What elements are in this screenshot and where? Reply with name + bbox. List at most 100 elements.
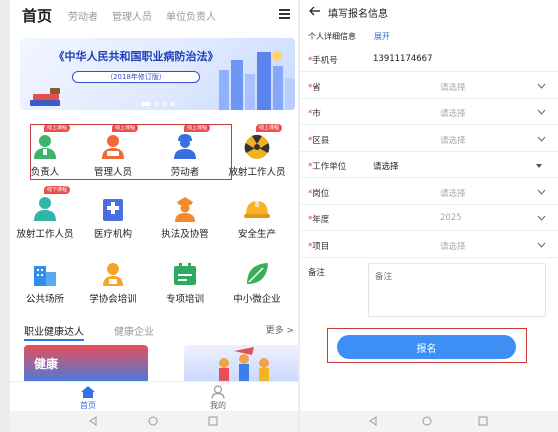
grid-item-special-training[interactable]: 专项培训: [152, 258, 218, 306]
chevron-down-icon[interactable]: [537, 189, 546, 195]
officer-icon: [175, 197, 195, 222]
form-row-project[interactable]: *项目 请选择: [300, 232, 558, 258]
back-arrow-icon[interactable]: [308, 4, 322, 18]
grid-item-enforcement[interactable]: 执法及协管: [152, 193, 218, 241]
back-triangle-icon[interactable]: [88, 416, 98, 426]
field-label: *项目: [308, 240, 329, 252]
field-placeholder: 请选择: [440, 82, 466, 93]
nav-label: 我的: [210, 401, 226, 410]
system-nav-bar: [300, 411, 558, 432]
grid-item-radiation-offline[interactable]: 线下课程 放射工作人员: [12, 186, 78, 241]
grid-item-radiation-online[interactable]: 线上课程 放射工作人员: [224, 124, 290, 179]
field-placeholder: 请选择: [440, 241, 466, 252]
field-label: *岗位: [308, 187, 329, 199]
caret-down-icon[interactable]: [536, 164, 542, 168]
notes-textarea[interactable]: [368, 263, 546, 317]
highlight-box: [30, 124, 232, 180]
notes-label: 备注: [308, 268, 326, 278]
field-label-text: 工作单位: [312, 162, 347, 172]
field-label-text: 年度: [312, 215, 330, 225]
page-title: 填写报名信息: [328, 9, 388, 20]
grid-label: 医疗机构: [93, 229, 132, 240]
form-row-year[interactable]: *年度 2025: [300, 205, 558, 231]
banner-title: 《中华人民共和国职业病防治法》: [53, 50, 219, 63]
tab-unit-leaders[interactable]: 单位负责人: [166, 8, 216, 23]
nav-mine[interactable]: 我的: [198, 385, 238, 411]
submit-button[interactable]: 报名: [337, 335, 516, 359]
field-placeholder: 2025: [440, 213, 462, 223]
recents-square-icon[interactable]: [208, 416, 218, 426]
online-course-badge: 线上课程: [256, 124, 283, 132]
leaf-icon: [247, 263, 268, 284]
people-illustration-icon: [219, 347, 269, 385]
form-row-employer[interactable]: *工作单位 请选择: [300, 152, 558, 178]
radiation-icon: [244, 134, 270, 159]
header-bar: 填写报名信息: [300, 0, 558, 24]
recents-square-icon[interactable]: [478, 416, 488, 426]
helmet-icon: [244, 199, 270, 218]
field-label-text: 省: [312, 82, 321, 93]
grid-item-safety[interactable]: 安全生产: [224, 193, 290, 241]
form-row-position[interactable]: *岗位 请选择: [300, 179, 558, 205]
menu-icon[interactable]: [279, 9, 290, 19]
tab-healthy-enterprises[interactable]: 健康企业: [114, 323, 154, 338]
grid-item-association-training[interactable]: 学协会培训: [80, 258, 146, 306]
home-icon: [81, 386, 95, 398]
training-icon: [103, 263, 123, 286]
law-banner[interactable]: 《中华人民共和国职业病防治法》 （2018年修订版）: [20, 38, 295, 110]
section-title: 个人详细信息: [308, 32, 356, 41]
field-placeholder: 请选择: [440, 188, 466, 199]
back-triangle-icon[interactable]: [368, 416, 378, 426]
chevron-down-icon[interactable]: [537, 109, 546, 115]
chevron-down-icon[interactable]: [537, 83, 546, 89]
tab-workers[interactable]: 劳动者: [68, 8, 98, 23]
form-row-phone[interactable]: *手机号 13911174667: [300, 46, 558, 72]
top-tabs: 首页 劳动者 管理人员 单位负责人: [10, 0, 298, 30]
grid-item-small-enterprises[interactable]: 中小微企业: [224, 258, 290, 306]
offline-course-badge: 线下课程: [44, 186, 71, 194]
grid-label: 公共场所: [25, 294, 64, 305]
person-icon: [34, 197, 56, 221]
hospital-icon: [103, 199, 123, 221]
grid-label: 专项培训: [165, 294, 204, 305]
form-row-district[interactable]: *区县 请选择: [300, 126, 558, 152]
grid-item-medical[interactable]: 医疗机构: [80, 193, 146, 241]
section-header: 个人详细信息 展开: [308, 31, 558, 43]
tab-home[interactable]: 首页: [22, 5, 52, 26]
more-link[interactable]: 更多 >: [266, 323, 294, 336]
tab-health-experts[interactable]: 职业健康达人: [24, 323, 84, 341]
user-icon: [211, 385, 225, 399]
card-title: 健康: [34, 357, 59, 371]
section-tabs: 职业健康达人 健康企业 更多 >: [24, 323, 294, 341]
field-label: *区县: [308, 134, 329, 146]
nav-home[interactable]: 首页: [68, 385, 108, 411]
bottom-navigation: 首页 我的: [10, 381, 298, 411]
field-placeholder: 请选择: [440, 109, 466, 119]
field-label: *工作单位: [308, 160, 346, 172]
grid-label: 学协会培训: [89, 294, 137, 305]
tab-managers[interactable]: 管理人员: [112, 8, 152, 23]
article-card[interactable]: [184, 345, 298, 385]
form-row-city[interactable]: *市 请选择: [300, 99, 558, 125]
city-skyline-icon: [219, 51, 295, 110]
article-card[interactable]: 健康: [24, 345, 148, 385]
registration-form-screen: 填写报名信息 个人详细信息 展开 *手机号 13911174667 *省 请选择 *市请…: [300, 0, 558, 432]
field-label-text: 岗位: [312, 188, 330, 199]
chevron-down-icon[interactable]: [537, 136, 546, 142]
field-label-text: 区县: [312, 135, 330, 146]
grid-item-public-places[interactable]: 公共场所: [12, 258, 78, 306]
grid-label: 放射工作人员: [16, 229, 74, 240]
field-label-text: 项目: [312, 241, 330, 252]
home-circle-icon[interactable]: [422, 416, 432, 426]
grid-label: 放射工作人员: [228, 167, 286, 178]
field-label: *手机号: [308, 54, 338, 66]
banner-subtitle: （2018年修订版）: [72, 71, 200, 83]
chevron-down-icon[interactable]: [537, 215, 546, 221]
chevron-down-icon[interactable]: [537, 242, 546, 248]
home-screen: 首页 劳动者 管理人员 单位负责人 《中华人民共和国职业病防治法》 （2018年…: [10, 0, 298, 432]
form-row-province[interactable]: *省 请选择: [300, 73, 558, 99]
home-circle-icon[interactable]: [148, 416, 158, 426]
grid-label: 执法及协管: [161, 229, 209, 240]
building-icon: [34, 266, 56, 286]
expand-link[interactable]: 展开: [374, 31, 390, 42]
